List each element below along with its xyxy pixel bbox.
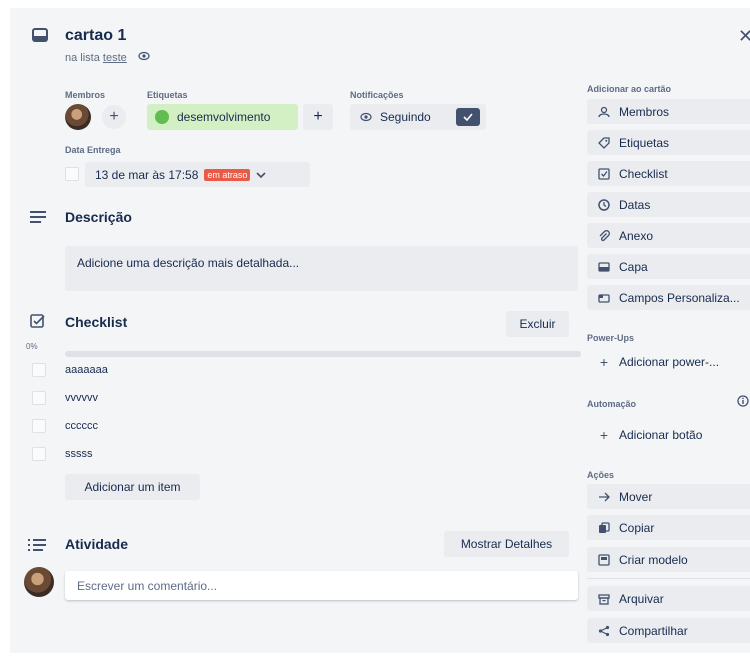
add-member-button[interactable]: + [102,105,126,129]
plus-icon: + [599,353,609,370]
person-icon [597,106,611,118]
sidebar-members-label: Membros [619,104,670,119]
members-label: Membros [65,90,106,100]
sidebar-checklist-button[interactable]: Checklist [587,161,750,186]
check-icon [456,108,480,126]
clock-icon [597,198,611,211]
eye-icon [138,51,150,61]
custom-fields-icon [597,292,611,304]
cover-icon [597,261,611,273]
share-icon [597,625,611,637]
add-to-card-heading: Adicionar ao cartão [587,84,672,94]
avatar[interactable] [65,104,91,130]
activity-icon [28,538,46,552]
sidebar-attachment-label: Anexo [619,228,654,243]
watch-button[interactable]: Seguindo [350,104,486,130]
avatar [24,567,54,597]
info-icon[interactable] [737,395,749,407]
sidebar-labels-button[interactable]: Etiquetas [587,130,750,155]
due-date-value: 13 de mar às 17:58 [95,167,199,182]
sidebar-move-label: Mover [619,489,653,504]
close-icon[interactable]: ✕ [738,26,750,47]
add-label-button[interactable]: + [303,104,333,130]
description-title: Descrição [65,209,132,225]
label-tag-text: desemvolvimento [177,110,271,124]
checklist-item-text[interactable]: sssss [65,448,93,460]
eye-icon [360,112,372,122]
actions-divider [587,578,750,579]
card-icon [32,28,48,42]
show-details-button[interactable]: Mostrar Detalhes [444,531,569,557]
chevron-down-icon [256,171,267,178]
comment-input[interactable]: Escrever um comentário... [65,571,578,600]
checklist-progress-bar [65,351,581,357]
sidebar-move-button[interactable]: Mover [587,484,750,509]
checklist-progress-text: 0% [26,342,38,351]
label-color-dot [155,110,169,124]
sidebar-cover-button[interactable]: Capa [587,254,750,279]
activity-title: Atividade [65,536,129,552]
sidebar-share-button[interactable]: Compartilhar [587,618,750,643]
add-powerup-button[interactable]: + Adicionar power-... [587,349,750,374]
sidebar-attachment-button[interactable]: Anexo [587,223,750,248]
plus-icon: + [599,426,609,443]
delete-checklist-button[interactable]: Excluir [506,311,569,337]
description-field[interactable]: Adicione uma descrição mais detalhada... [65,246,578,291]
sidebar-dates-label: Datas [619,197,651,212]
actions-heading: Ações [587,470,615,480]
description-icon [30,211,46,223]
sidebar-copy-button[interactable]: Copiar [587,515,750,540]
add-checklist-item-button[interactable]: Adicionar um item [65,474,200,500]
due-date-label: Data Entrega [65,145,121,155]
watch-status: Seguindo [380,110,431,124]
checklist-item-checkbox[interactable] [32,391,46,405]
template-icon [597,553,611,566]
card-title[interactable]: cartao 1 [65,27,126,45]
checklist-item-text[interactable]: aaaaaaa [65,364,108,376]
status-badge: em atraso [204,168,251,181]
notifications-label: Notificações [350,90,404,100]
add-button-button[interactable]: + Adicionar botão [587,422,750,447]
checklist-item-checkbox[interactable] [32,419,46,433]
sidebar-archive-label: Arquivar [619,591,664,606]
archive-icon [597,593,611,605]
sidebar-template-label: Criar modelo [619,552,688,567]
sidebar-archive-button[interactable]: Arquivar [587,586,750,611]
checklist-item-text[interactable]: cccccc [65,420,98,432]
in-list-prefix: na lista [65,52,100,64]
sidebar-members-button[interactable]: Membros [587,99,750,124]
checklist-item-checkbox[interactable] [32,447,46,461]
card-detail-window: ✕ cartao 1 na lista teste Membros + Etiq… [10,8,750,653]
sidebar-cover-label: Capa [619,259,648,274]
sidebar-labels-label: Etiquetas [619,135,670,150]
labels-label: Etiquetas [147,90,188,100]
checklist-item-checkbox[interactable] [32,363,46,377]
checklist-item-text[interactable]: vvvvvv [65,392,98,404]
add-powerup-label: Adicionar power-... [619,354,720,369]
sidebar-custom-fields-label: Campos Personaliza... [619,290,740,305]
label-tag[interactable]: desemvolvimento [147,104,298,130]
sidebar-template-button[interactable]: Criar modelo [587,547,750,572]
paperclip-icon [597,229,611,242]
sidebar-share-label: Compartilhar [619,623,688,638]
checklist-icon [30,314,45,328]
tag-icon [597,136,611,149]
sidebar-custom-fields-button[interactable]: Campos Personaliza... [587,285,750,310]
list-link[interactable]: teste [103,52,127,64]
sidebar-dates-button[interactable]: Datas [587,192,750,217]
due-date-button[interactable]: 13 de mar às 17:58 em atraso [85,162,310,187]
powerups-heading: Power-Ups [587,333,635,343]
card-list-info: na lista teste [65,51,150,64]
add-button-label: Adicionar botão [619,427,703,442]
arrow-right-icon [597,492,611,502]
automation-heading: Automação [587,399,637,409]
sidebar-checklist-label: Checklist [619,166,668,181]
checklist-title: Checklist [65,314,128,330]
copy-icon [597,521,611,534]
sidebar-copy-label: Copiar [619,520,655,535]
due-complete-checkbox[interactable] [65,167,79,181]
checklist-icon [597,167,611,180]
